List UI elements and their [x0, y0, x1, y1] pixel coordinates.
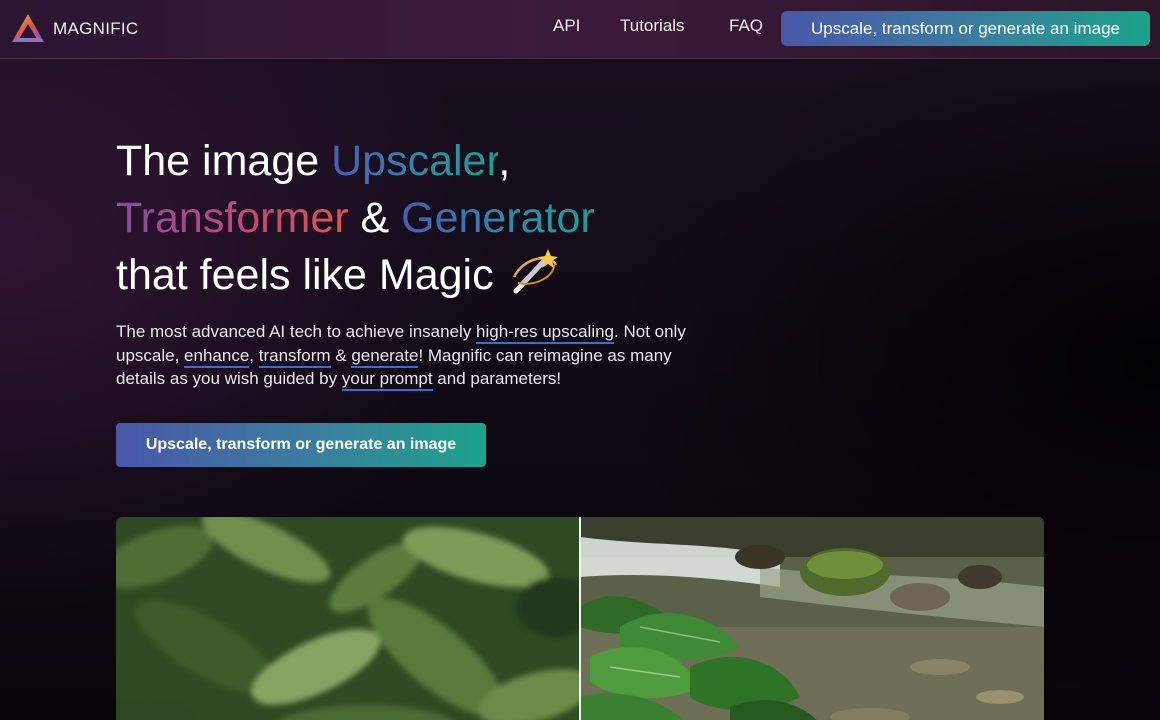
desc-text-3: ,: [249, 345, 259, 365]
hero-description: The most advanced AI tech to achieve ins…: [116, 320, 696, 391]
link-transform[interactable]: transform: [258, 345, 331, 368]
hero-title: The image Upscaler, Transformer & Genera…: [116, 133, 736, 304]
magnific-logo-icon[interactable]: [10, 12, 46, 44]
desc-text-6: and parameters!: [432, 369, 562, 388]
page: MAGNIFIC API Tutorials FAQ Upscale, tran…: [0, 0, 1160, 720]
magic-wand-icon: [512, 249, 558, 294]
title-text-prefix: The image: [116, 137, 332, 185]
comparison-slider-handle[interactable]: [579, 517, 581, 720]
hero-cta-button[interactable]: Upscale, transform or generate an image: [116, 423, 486, 467]
after-image-river-scene: [580, 517, 1044, 720]
nav-link-faq[interactable]: FAQ: [729, 16, 763, 36]
desc-text-4: &: [330, 345, 352, 365]
top-nav: MAGNIFIC API Tutorials FAQ Upscale, tran…: [0, 0, 1160, 59]
before-image-blurry-leaves: [116, 517, 580, 720]
nav-link-api[interactable]: API: [553, 16, 580, 36]
link-high-res-upscaling[interactable]: high-res upscaling: [476, 322, 615, 344]
link-your-prompt[interactable]: your prompt: [341, 369, 433, 391]
nav-link-tutorials[interactable]: Tutorials: [620, 16, 685, 36]
title-comma: ,: [498, 137, 511, 185]
title-line3: that feels like Magic: [116, 251, 494, 299]
link-enhance[interactable]: enhance: [184, 345, 250, 368]
link-generate[interactable]: generate: [351, 345, 419, 368]
title-upscaler: Upscaler: [331, 137, 499, 185]
title-transformer: Transformer: [116, 194, 349, 242]
title-ampersand: &: [348, 194, 402, 242]
brand-name[interactable]: MAGNIFIC: [53, 19, 139, 39]
before-after-comparison[interactable]: [116, 517, 1044, 720]
desc-text-1: The most advanced AI tech to achieve ins…: [116, 322, 477, 341]
title-generator: Generator: [401, 194, 595, 242]
nav-cta-button[interactable]: Upscale, transform or generate an image: [781, 11, 1150, 46]
